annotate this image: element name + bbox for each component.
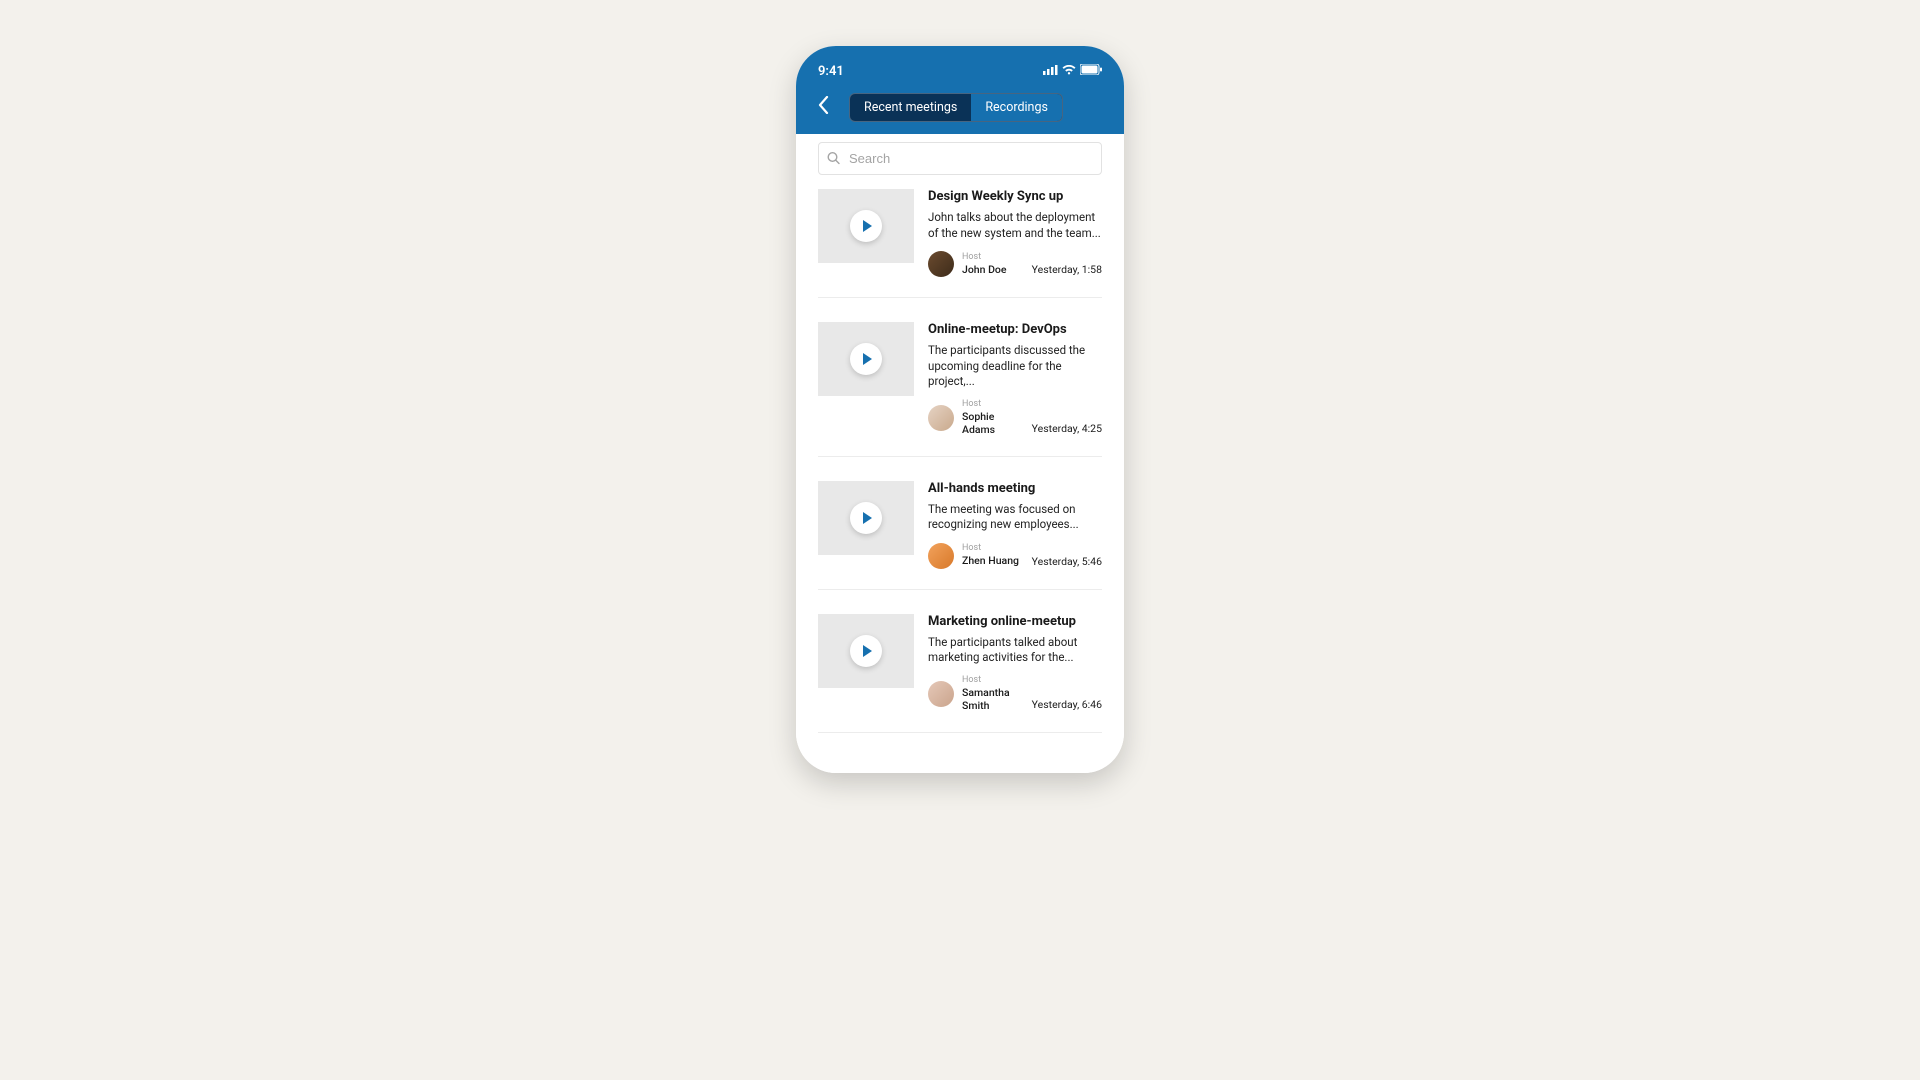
tab-recent-meetings[interactable]: Recent meetings bbox=[850, 94, 971, 121]
host-column: HostZhen Huang bbox=[962, 544, 1024, 567]
wifi-icon bbox=[1062, 64, 1076, 79]
avatar bbox=[928, 405, 954, 431]
segmented-control: Recent meetings Recordings bbox=[849, 93, 1063, 122]
battery-icon bbox=[1080, 64, 1102, 79]
recording-title: Design Weekly Sync up bbox=[928, 189, 1102, 204]
back-button[interactable] bbox=[818, 96, 829, 119]
search-wrap bbox=[818, 142, 1102, 175]
recording-thumbnail[interactable] bbox=[818, 614, 914, 688]
recording-time: Yesterday, 1:58 bbox=[1032, 263, 1102, 277]
search-icon bbox=[827, 149, 840, 168]
play-icon[interactable] bbox=[850, 343, 882, 375]
phone-frame: 9:41 Recent meetings Recordings bbox=[796, 46, 1124, 773]
host-row: HostZhen Huang Yesterday, 5:46 bbox=[928, 543, 1102, 569]
recording-item[interactable]: All-hands meeting The meeting was focused… bbox=[818, 481, 1102, 590]
host-label: Host bbox=[962, 253, 1024, 262]
recording-description: The meeting was focused on recognizing n… bbox=[928, 502, 1102, 533]
avatar bbox=[928, 251, 954, 277]
host-row: HostSophie Adams Yesterday, 4:25 bbox=[928, 400, 1102, 436]
host-row: HostSamantha Smith Yesterday, 6:46 bbox=[928, 676, 1102, 712]
play-icon[interactable] bbox=[850, 210, 882, 242]
recording-title: All-hands meeting bbox=[928, 481, 1102, 496]
host-name: John Doe bbox=[962, 263, 1024, 276]
host-name: Sophie Adams bbox=[962, 410, 1024, 436]
avatar bbox=[928, 543, 954, 569]
host-name: Zhen Huang bbox=[962, 554, 1024, 567]
host-row: HostJohn Doe Yesterday, 1:58 bbox=[928, 251, 1102, 277]
recording-item[interactable]: Online-meetup: DevOps The participants di… bbox=[818, 322, 1102, 457]
recording-title: Marketing online-meetup bbox=[928, 614, 1102, 629]
recording-time: Yesterday, 6:46 bbox=[1032, 698, 1102, 712]
host-label: Host bbox=[962, 544, 1024, 553]
host-label: Host bbox=[962, 676, 1024, 685]
recording-title: Online-meetup: DevOps bbox=[928, 322, 1102, 337]
status-icons bbox=[1043, 64, 1102, 79]
status-time: 9:41 bbox=[818, 64, 844, 79]
recording-description: The participants talked about marketing … bbox=[928, 635, 1102, 666]
recording-body: All-hands meeting The meeting was focused… bbox=[928, 481, 1102, 569]
recording-item[interactable]: Design Weekly Sync up John talks about th… bbox=[818, 189, 1102, 298]
play-icon[interactable] bbox=[850, 635, 882, 667]
recording-body: Online-meetup: DevOps The participants di… bbox=[928, 322, 1102, 436]
content-area: Design Weekly Sync up John talks about th… bbox=[796, 134, 1124, 773]
status-bar: 9:41 bbox=[818, 64, 1102, 79]
search-input[interactable] bbox=[818, 142, 1102, 175]
recording-thumbnail[interactable] bbox=[818, 322, 914, 396]
host-label: Host bbox=[962, 400, 1024, 409]
recording-time: Yesterday, 5:46 bbox=[1032, 555, 1102, 569]
recording-description: John talks about the deployment of the n… bbox=[928, 210, 1102, 241]
recording-description: The participants discussed the upcoming … bbox=[928, 343, 1102, 390]
host-column: HostSamantha Smith bbox=[962, 676, 1024, 712]
cellular-icon bbox=[1043, 64, 1058, 79]
recording-item[interactable]: Marketing online-meetup The participants … bbox=[818, 614, 1102, 733]
tab-recordings[interactable]: Recordings bbox=[971, 94, 1062, 121]
recording-thumbnail[interactable] bbox=[818, 481, 914, 555]
recording-body: Design Weekly Sync up John talks about th… bbox=[928, 189, 1102, 277]
host-column: HostJohn Doe bbox=[962, 253, 1024, 276]
host-name: Samantha Smith bbox=[962, 686, 1024, 712]
avatar bbox=[928, 681, 954, 707]
recordings-list: Design Weekly Sync up John talks about th… bbox=[818, 189, 1102, 733]
play-icon[interactable] bbox=[850, 502, 882, 534]
recording-body: Marketing online-meetup The participants … bbox=[928, 614, 1102, 712]
recording-time: Yesterday, 4:25 bbox=[1032, 422, 1102, 436]
recording-thumbnail[interactable] bbox=[818, 189, 914, 263]
header-row: Recent meetings Recordings bbox=[818, 93, 1102, 122]
host-column: HostSophie Adams bbox=[962, 400, 1024, 436]
app-header: 9:41 Recent meetings Recordings bbox=[796, 46, 1124, 134]
